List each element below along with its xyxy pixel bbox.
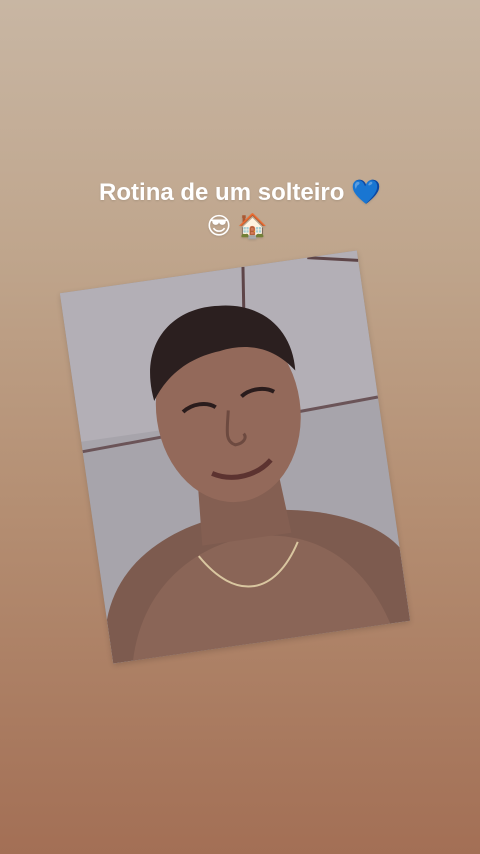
- story-photo[interactable]: [59, 250, 411, 664]
- story-screen: { "story": { "caption_line_1": "Rotina d…: [0, 0, 480, 854]
- selfie-photo-illustration: [59, 250, 411, 664]
- story-caption-emojis: 😎🏠: [206, 213, 274, 240]
- story-caption-line-1: Rotina de um solteiro 💙: [99, 179, 381, 206]
